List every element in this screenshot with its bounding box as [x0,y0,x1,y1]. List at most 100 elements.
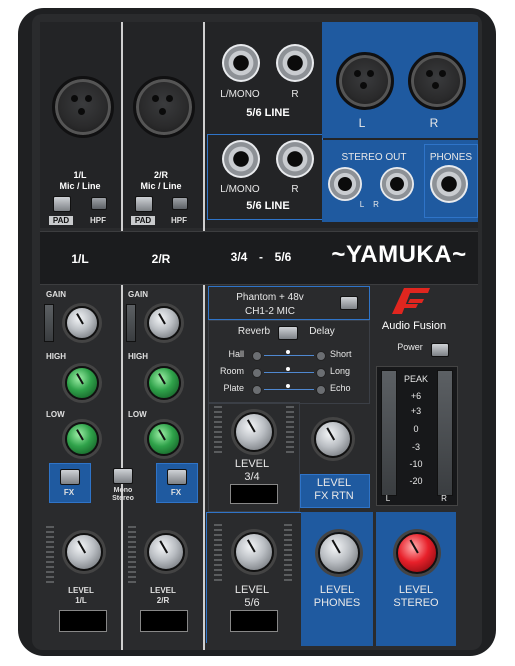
fx-echo-led [316,385,326,395]
fx-selector-dot-3 [286,384,290,388]
ch2-level-label-b: 2/R [156,596,170,605]
meter-mark-minus20: -20 [409,476,423,486]
level56-knob[interactable] [234,532,274,572]
level34-knob[interactable] [234,412,274,452]
ch2-high-knob[interactable] [147,366,181,400]
ch1-hpf-label: HPF [90,216,106,225]
meter-mark-minus10: -10 [409,459,423,469]
level34-scale-right [286,406,294,454]
brand-name: ~YAMUKA~ [331,241,467,268]
ch2-gain-label: GAIN [128,290,148,299]
fx-room-led [252,368,262,378]
level56-label-b: 5/6 [244,597,260,609]
level56-scale-left [214,524,222,584]
effects-delay-label: Delay [309,326,335,337]
line56-upper-right-label: R [291,89,299,100]
ch1-level-knob[interactable] [65,533,103,571]
stereo-out-left-label: L [359,200,365,209]
ch1-level-scale [46,526,54,586]
phantom-line2: CH1-2 MIC [244,306,295,317]
effects-reverb-label: Reverb [237,326,271,337]
stereo-out-right-label: R [373,200,379,209]
line56-lower-title: 5/6 LINE [246,200,290,212]
ch1-low-knob[interactable] [65,422,99,456]
ch1-xlr-input[interactable] [52,76,114,138]
band-dash: - [259,250,263,264]
band-ch2: 2/R [151,252,171,266]
level34-scale-left [214,406,222,454]
line56-upper-left-jack[interactable] [222,44,260,82]
ch1-pad-label: PAD [49,216,73,225]
ch1-high-knob[interactable] [65,366,99,400]
power-label: Power [397,342,423,352]
level56-scribble-strip [230,610,278,632]
level34-label-a: LEVEL [234,458,270,470]
line56-lower-right-jack[interactable] [276,140,314,178]
fx-hall-label: Hall [228,349,244,359]
meter-left-column [381,370,397,496]
ch2-gain-meter [126,304,136,342]
ch1-fx-label: FX [63,488,75,497]
ch2-gain-knob[interactable] [147,306,181,340]
divider-2 [203,22,205,650]
stereo-out-right-jack[interactable] [380,167,414,201]
mono-stereo-button[interactable] [113,468,133,484]
fx-long-label: Long [330,366,351,376]
ch1-fx-button[interactable] [60,469,80,485]
ch2-low-knob[interactable] [147,422,181,456]
main-out-left-xlr[interactable] [336,52,394,110]
reverb-delay-switch[interactable] [278,326,298,340]
ch1-level-label-a: LEVEL [68,586,94,595]
divider-1 [121,22,123,650]
fx-return-label-a: LEVEL [316,477,352,489]
line56-lower-left-label: L/MONO [220,184,260,195]
ch2-hpf-button[interactable] [172,197,188,210]
stereo-level-knob[interactable] [396,532,438,574]
ch1-gain-knob[interactable] [65,306,99,340]
fx-hall-led [252,351,262,361]
ch2-pad-button[interactable] [135,196,153,212]
fx-line-1 [264,355,314,356]
ch1-name: 1/L [73,170,87,180]
line56-lower-left-jack[interactable] [222,140,260,178]
fx-return-knob[interactable] [314,420,352,458]
fx-plate-led [252,385,262,395]
ch1-gain-meter [44,304,54,342]
ch2-pad-label: PAD [131,216,155,225]
audio-fusion-logo-mark [388,286,432,316]
ch1-pad-button[interactable] [53,196,71,212]
phones-level-knob[interactable] [318,532,360,574]
phantom-line1: Phantom + 48v [236,292,304,303]
ch1-hpf-button[interactable] [91,197,107,210]
fx-selector-dot-2 [286,367,290,371]
phones-jack[interactable] [430,165,468,203]
ch2-level-knob[interactable] [147,533,185,571]
ch2-level-scale [128,526,136,586]
ch1-scribble-strip [59,610,107,632]
fx-short-label: Short [330,349,352,359]
main-out-left-label: L [358,116,366,130]
ch2-scribble-strip [140,610,188,632]
level34-scribble-strip [230,484,278,504]
level56-scale-right [284,524,292,584]
phantom-power-button[interactable] [340,296,358,310]
phones-level-label-a: LEVEL [319,584,355,596]
ch1-gain-label: GAIN [46,290,66,299]
ch2-fx-button[interactable] [167,469,187,485]
line56-upper-right-jack[interactable] [276,44,314,82]
ch1-high-label: HIGH [46,352,66,361]
ch2-fx-label: FX [170,488,182,497]
ch2-xlr-input[interactable] [133,76,195,138]
fx-short-led [316,351,326,361]
line56-lower-right-label: R [291,184,299,195]
meter-mark-minus3: -3 [411,442,420,452]
fx-line-3 [264,389,314,390]
phones-level-label-b: PHONES [313,597,361,609]
ch2-low-label: LOW [128,410,147,419]
main-out-right-xlr[interactable] [408,52,466,110]
power-button[interactable] [431,343,449,357]
line56-upper-left-label: L/MONO [220,89,260,100]
fx-return-label-b: FX RTN [314,490,354,502]
stereo-out-left-jack[interactable] [328,167,362,201]
level34-label-b: 3/4 [244,471,260,483]
